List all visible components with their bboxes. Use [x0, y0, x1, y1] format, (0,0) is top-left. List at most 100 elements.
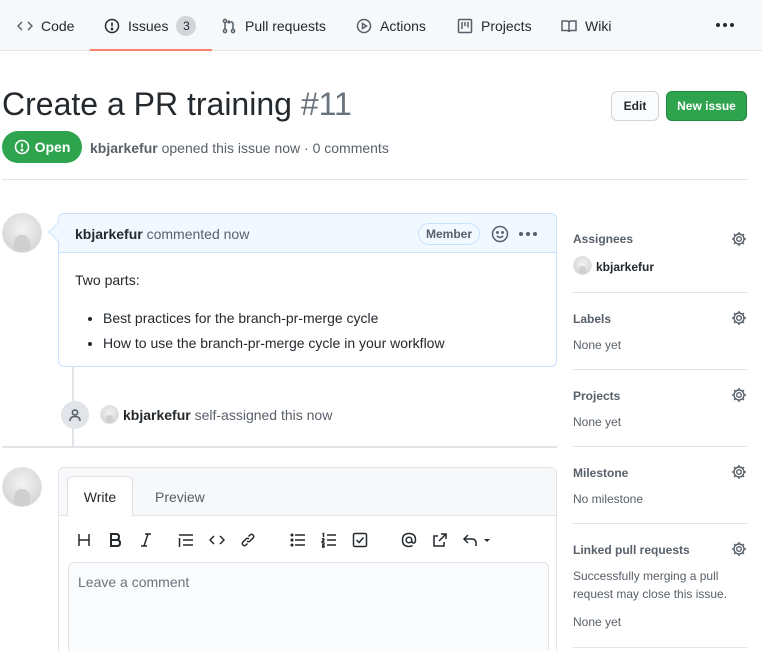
comment-timestamp: commented now	[146, 226, 250, 242]
sidebar-linked-pull-requests[interactable]: Linked pull requests Successfully mergin…	[573, 524, 747, 648]
bulleted-list-button[interactable]	[289, 531, 307, 549]
edit-button[interactable]: Edit	[611, 91, 659, 121]
comment-options-button[interactable]	[519, 227, 539, 241]
play-icon	[356, 18, 372, 33]
code-icon	[17, 20, 33, 31]
italic-button[interactable]	[137, 531, 155, 549]
sidebar-labels[interactable]: Labels None yet	[573, 293, 747, 370]
comment-body: Two parts: Best practices for the branch…	[75, 272, 445, 360]
cross-reference-button[interactable]	[431, 531, 449, 549]
sidebar-value-labels: None yet	[573, 338, 622, 352]
list-ordered-icon	[321, 532, 336, 548]
sidebar-divider	[573, 647, 747, 648]
issue-state-label: Open	[34, 139, 71, 155]
tab-code-label: Code	[41, 17, 75, 34]
assignee-name[interactable]: kbjarkefur	[596, 260, 654, 274]
sidebar-title-linked-prs: Linked pull requests	[573, 543, 690, 557]
sidebar-title-assignees: Assignees	[573, 232, 634, 246]
tab-actions-label: Actions	[380, 17, 426, 34]
kebab-horizontal-icon	[716, 23, 720, 27]
header-divider	[2, 179, 747, 180]
add-reaction-button[interactable]	[491, 225, 509, 243]
event-actor-link[interactable]: kbjarkefur	[123, 407, 191, 423]
tab-write[interactable]: Write	[67, 476, 133, 517]
tab-issues[interactable]: Issues 3	[90, 0, 213, 51]
avatar[interactable]	[2, 467, 42, 507]
repo-nav: Code Issues 3 Pull requests Actions Proj…	[0, 0, 762, 51]
issue-title: Create a PR training #11	[2, 86, 352, 123]
mention-button[interactable]	[400, 531, 418, 549]
tab-actions[interactable]: Actions	[356, 0, 426, 51]
gear-icon[interactable]	[731, 310, 747, 326]
list-item: Best practices for the branch-pr-merge c…	[103, 310, 445, 327]
linked-prs-help-line-1: Successfully merging a pull	[573, 569, 719, 583]
gear-icon[interactable]	[731, 387, 747, 403]
cross-reference-icon	[433, 533, 447, 547]
issue-meta-text: opened this issue now · 0 comments	[161, 140, 389, 156]
assignment-event: kbjarkefur self-assigned this now	[123, 407, 332, 423]
sidebar-value-projects: None yet	[573, 415, 622, 429]
issue-opened-icon	[104, 18, 120, 33]
reply-icon	[462, 534, 490, 546]
gear-icon[interactable]	[731, 541, 747, 557]
book-icon	[561, 19, 577, 32]
new-issue-button[interactable]: New issue	[666, 91, 747, 121]
sidebar-title-projects: Projects	[573, 389, 621, 403]
bold-button[interactable]	[106, 531, 124, 549]
list-unordered-icon	[290, 533, 305, 547]
event-action: self-assigned this now	[194, 407, 333, 423]
sidebar-projects[interactable]: Projects None yet	[573, 370, 747, 447]
new-comment-form: Write Preview Leave a comment	[58, 467, 557, 651]
quote-icon	[178, 534, 193, 547]
heading-button[interactable]	[75, 531, 93, 549]
tab-projects-label: Projects	[481, 17, 532, 34]
comment-intro: Two parts:	[75, 272, 140, 288]
issue-author-link[interactable]: kbjarkefur	[90, 140, 158, 156]
issues-count-badge: 3	[176, 15, 197, 36]
linked-prs-help-line-2: request may close this issue.	[573, 587, 728, 601]
comment-author-link[interactable]: kbjarkefur	[75, 226, 143, 242]
avatar[interactable]	[573, 256, 592, 275]
timeline-divider	[2, 446, 557, 448]
sidebar-milestone[interactable]: Milestone No milestone	[573, 447, 747, 524]
issue-title-text: Create a PR training	[2, 86, 292, 122]
task-list-button[interactable]	[351, 531, 369, 549]
code-icon	[209, 535, 225, 545]
heading-icon	[78, 534, 90, 546]
tab-projects[interactable]: Projects	[457, 0, 532, 51]
tab-pull-requests-label: Pull requests	[245, 17, 326, 34]
tab-pull-requests[interactable]: Pull requests	[221, 0, 326, 51]
sidebar-title-milestone: Milestone	[573, 466, 629, 480]
kebab-horizontal-icon	[519, 232, 523, 236]
sidebar-value-milestone: No milestone	[573, 492, 644, 506]
person-icon	[69, 409, 81, 422]
sidebar-title-labels: Labels	[573, 312, 612, 326]
link-icon	[241, 533, 255, 547]
smiley-icon	[491, 225, 509, 243]
tab-code[interactable]: Code	[17, 0, 74, 51]
list-item: How to use the branch-pr-merge cycle in …	[103, 335, 445, 352]
code-button[interactable]	[208, 531, 226, 549]
sidebar-assignees[interactable]: Assignees kbjarkefur	[573, 213, 747, 293]
saved-replies-button[interactable]	[462, 531, 496, 549]
markdown-toolbar	[75, 531, 545, 549]
more-options-button[interactable]	[710, 14, 740, 36]
gear-icon[interactable]	[731, 464, 747, 480]
comment-textarea[interactable]: Leave a comment	[68, 562, 549, 651]
bold-icon	[110, 533, 122, 547]
comment-list: Best practices for the branch-pr-merge c…	[75, 310, 445, 352]
mention-icon	[401, 532, 417, 548]
numbered-list-button[interactable]	[320, 531, 338, 549]
gear-icon[interactable]	[731, 231, 747, 247]
sidebar-value-linked-prs: None yet	[573, 615, 622, 629]
italic-icon	[141, 533, 151, 547]
tab-wiki-label: Wiki	[585, 17, 612, 34]
issue-state-badge: Open	[2, 131, 82, 163]
tab-preview[interactable]: Preview	[155, 489, 205, 505]
tab-wiki[interactable]: Wiki	[561, 0, 611, 51]
quote-button[interactable]	[177, 531, 195, 549]
avatar[interactable]	[100, 405, 119, 424]
avatar[interactable]	[2, 213, 42, 253]
event-badge	[61, 401, 89, 429]
link-button[interactable]	[239, 531, 257, 549]
